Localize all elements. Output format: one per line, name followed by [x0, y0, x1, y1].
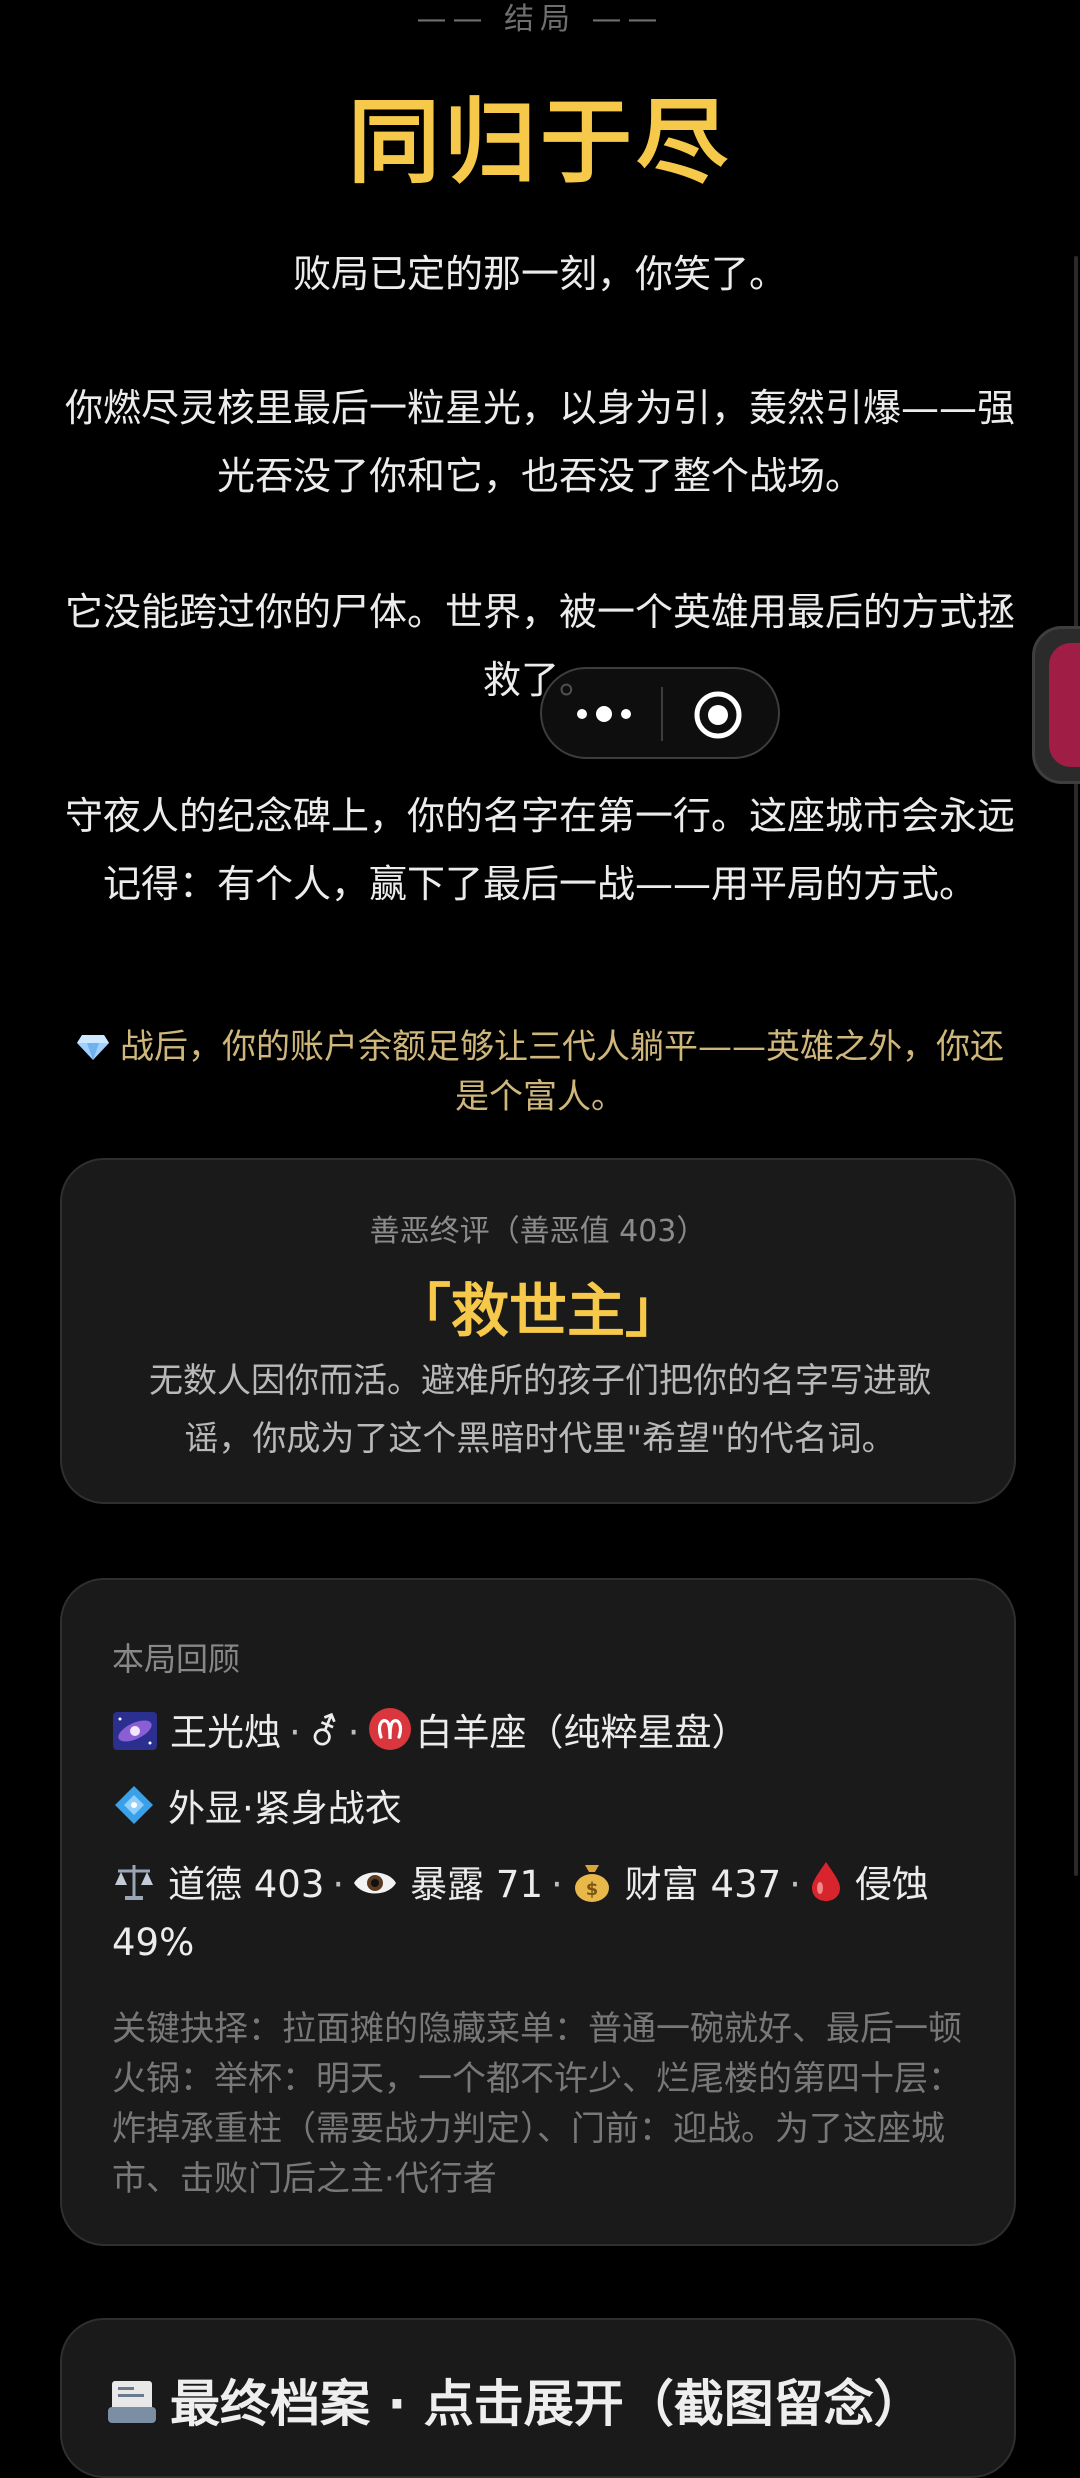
gender-symbol: ⚦: [308, 1711, 340, 1754]
aries-icon: [368, 1708, 411, 1750]
wealth-note-text: 战后，你的账户余额足够让三代人躺平——英雄之外，你还是个富人。: [120, 1027, 1004, 1117]
recap-card: 本局回顾 王光烛 · ⚦ · 白羊座（纯粹星盘） 外显·紧身战衣 道德 403 …: [60, 1578, 1016, 2246]
separator-dot: ·: [551, 1863, 563, 1906]
character-name: 王光烛: [170, 1711, 281, 1754]
capsule-divider: [661, 687, 663, 741]
appearance-text: 外显·紧身战衣: [168, 1787, 402, 1830]
story-paragraph-4: 守夜人的纪念碑上，你的名字在第一行。这座城市会永远记得：有个人，赢下了最后一战—…: [64, 794, 1015, 906]
diamond-shape-icon: [115, 1786, 153, 1824]
judgement-description: 无数人因你而活。避难所的孩子们把你的名字写进歌谣，你成为了这个黑暗时代里"希望"…: [149, 1361, 931, 1459]
separator-dot: ·: [789, 1863, 801, 1906]
eye-icon: [354, 1872, 397, 1894]
wealth-note: 战后，你的账户余额足够让三代人躺平——英雄之外，你还是个富人。: [60, 1022, 1020, 1122]
corrosion-value: 49%: [112, 1921, 195, 1964]
mini-program-capsule: [540, 667, 780, 759]
money-bag-icon: $: [574, 1865, 609, 1902]
svg-text:$: $: [586, 1879, 599, 1900]
recap-header: 本局回顾: [112, 1640, 241, 1678]
floating-widget-button[interactable]: [1032, 626, 1080, 784]
separator-dot: ·: [347, 1711, 360, 1754]
story-paragraph-3: 它没能跨过你的尸体。世界，被一个英雄用最后的方式拯救了。: [64, 590, 1015, 702]
corrosion-label: 侵蚀: [854, 1863, 929, 1906]
morality-value: 403: [253, 1863, 325, 1906]
morality-label: 道德: [168, 1863, 242, 1906]
judgement-title: 「救世主」: [392, 1277, 683, 1345]
gem-icon: [77, 1035, 109, 1060]
exposure-value: 71: [495, 1863, 544, 1906]
target-close-icon[interactable]: [692, 689, 744, 741]
ending-page: —— 结局 —— 同归于尽 败局已定的那一刻，你笑了。 你燃尽灵核里最后一粒星光…: [0, 0, 1080, 2478]
recap-stats: 道德 403 · 暴露 71 · $ 财富 437 · 侵蚀 49%: [112, 1856, 972, 1972]
wealth-value: 437: [710, 1863, 782, 1906]
floating-widget-badge: [1049, 643, 1080, 767]
archive-title: 最终档案 · 点击展开（截图留念）: [106, 2364, 924, 2436]
key-choices: 关键抉择：拉面摊的隐藏菜单：普通一碗就好、最后一顿火锅：举杯：明天，一个都不许少…: [112, 2009, 962, 2199]
archive-expand-button[interactable]: 最终档案 · 点击展开（截图留念）: [60, 2318, 1016, 2478]
archive-icon: [108, 2381, 156, 2423]
recap-identity: 王光烛 · ⚦ · 白羊座（纯粹星盘）: [112, 1704, 972, 1762]
blood-drop-icon: [811, 1862, 840, 1901]
separator-dot: ·: [332, 1863, 345, 1906]
ending-title: 同归于尽: [347, 89, 732, 196]
separator-dot: ·: [289, 1711, 301, 1754]
scrollbar[interactable]: [1074, 256, 1078, 1876]
exposure-label: 暴露: [410, 1863, 485, 1906]
wealth-label: 财富: [624, 1863, 699, 1906]
story-paragraph-1: 败局已定的那一刻，你笑了。: [292, 252, 787, 296]
judgement-card: 善恶终评（善恶值 403） 「救世主」 无数人因你而活。避难所的孩子们把你的名字…: [60, 1158, 1016, 1504]
more-dots-icon[interactable]: [564, 694, 644, 734]
recap-appearance: 外显·紧身战衣: [112, 1780, 972, 1838]
ending-label: —— 结局 ——: [416, 2, 664, 37]
judgement-header: 善恶终评（善恶值 403）: [369, 1214, 707, 1249]
galaxy-icon: [113, 1712, 157, 1750]
zodiac-sign: 白羊座（纯粹星盘）: [415, 1711, 749, 1754]
scales-icon: [115, 1865, 153, 1900]
story-paragraph-2: 你燃尽灵核里最后一粒星光，以身为引，轰然引爆——强光吞没了你和它，也吞没了整个战…: [64, 386, 1015, 498]
archive-title-text: 最终档案 · 点击展开（截图留念）: [170, 2375, 924, 2433]
